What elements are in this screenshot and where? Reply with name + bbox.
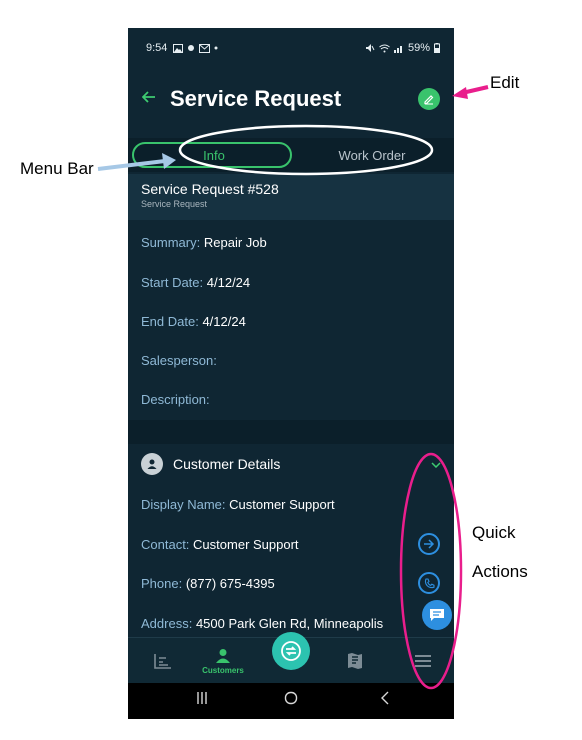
customer-details-header[interactable]: Customer Details bbox=[128, 444, 454, 484]
battery-percent: 59% bbox=[407, 42, 430, 54]
field-label: Phone: bbox=[141, 575, 183, 591]
swap-icon bbox=[281, 641, 301, 661]
app-header: Service Request bbox=[128, 68, 454, 130]
salesperson-field: Salesperson: bbox=[141, 350, 441, 370]
chat-icon bbox=[430, 609, 444, 621]
arrow-right-icon bbox=[424, 539, 435, 549]
section-title: Customer Details bbox=[173, 456, 281, 472]
signal-icon bbox=[393, 45, 402, 53]
quick-actions-label-line2: Actions bbox=[472, 562, 528, 581]
tab-info[interactable]: Info bbox=[132, 142, 292, 168]
tab-work-order[interactable]: Work Order bbox=[294, 142, 450, 168]
map-icon bbox=[348, 653, 362, 669]
nav-label: Customers bbox=[202, 665, 244, 675]
request-header: Service Request #528 Service Request bbox=[128, 174, 454, 220]
nav-dashboard[interactable] bbox=[148, 638, 178, 684]
pencil-icon bbox=[424, 95, 434, 105]
hamburger-icon bbox=[415, 655, 431, 667]
wifi-icon bbox=[379, 44, 390, 52]
field-value: Customer Support bbox=[193, 536, 299, 552]
field-label: Salesperson: bbox=[141, 352, 217, 368]
edit-annotation-arrow bbox=[461, 85, 489, 95]
center-action-button[interactable] bbox=[272, 632, 310, 670]
battery-icon bbox=[434, 43, 440, 53]
field-value: (877) 675-4395 bbox=[185, 575, 275, 591]
tab-bar: Info Work Order bbox=[128, 138, 454, 172]
address-field: Address: 4500 Park Glen Rd, Minneapolis bbox=[141, 613, 441, 633]
chart-icon bbox=[154, 654, 171, 669]
summary-field: Summary: Repair Job bbox=[141, 232, 441, 252]
status-time: 9:54 bbox=[146, 42, 168, 54]
field-value: Customer Support bbox=[229, 496, 335, 512]
call-action-button[interactable] bbox=[418, 572, 440, 594]
home-icon[interactable] bbox=[284, 691, 298, 710]
edit-annotation-label: Edit bbox=[490, 73, 520, 92]
start-date-field: Start Date: 4/12/24 bbox=[141, 272, 441, 292]
field-label: Address: bbox=[141, 615, 193, 631]
request-title: Service Request #528 bbox=[141, 181, 279, 197]
field-label: Description: bbox=[141, 391, 210, 407]
recent-apps-icon[interactable] bbox=[196, 691, 208, 710]
nav-menu[interactable] bbox=[408, 638, 438, 684]
field-label: Summary: bbox=[141, 234, 201, 250]
status-bar: 9:54 59% bbox=[128, 28, 454, 68]
phone-field: Phone: (877) 675-4395 bbox=[141, 573, 441, 593]
edit-button[interactable] bbox=[418, 88, 440, 110]
back-icon[interactable] bbox=[380, 691, 390, 710]
field-value: 4/12/24 bbox=[206, 274, 251, 290]
chat-button[interactable] bbox=[422, 600, 452, 630]
section-divider bbox=[128, 420, 454, 444]
end-date-field: End Date: 4/12/24 bbox=[141, 311, 441, 331]
navigate-action-button[interactable] bbox=[418, 533, 440, 555]
dot-icon bbox=[188, 45, 195, 51]
display-name-field: Display Name: Customer Support bbox=[141, 494, 441, 514]
nav-map[interactable] bbox=[340, 638, 370, 684]
person-icon bbox=[216, 648, 230, 663]
mute-icon bbox=[365, 44, 375, 52]
back-arrow-icon[interactable] bbox=[141, 90, 170, 108]
description-field: Description: bbox=[141, 389, 441, 409]
field-label: Display Name: bbox=[141, 496, 226, 512]
field-label: Contact: bbox=[141, 536, 190, 552]
gallery-icon bbox=[173, 43, 184, 53]
system-nav-bar bbox=[128, 683, 454, 719]
request-subtitle: Service Request bbox=[141, 199, 208, 209]
field-value: 4500 Park Glen Rd, Minneapolis bbox=[195, 615, 384, 631]
field-value: 4/12/24 bbox=[202, 313, 246, 329]
phone-icon bbox=[424, 577, 435, 588]
nav-customers[interactable]: Customers bbox=[198, 638, 248, 684]
edit-annotation-arrowhead bbox=[452, 87, 468, 99]
page-title: Service Request bbox=[170, 86, 342, 111]
field-label: End Date: bbox=[141, 313, 199, 329]
field-label: Start Date: bbox=[141, 274, 204, 290]
phone-screen: 9:54 59% Service Request Info Work Order bbox=[128, 28, 454, 719]
field-value: Repair Job bbox=[203, 234, 267, 250]
menu-bar-annotation-label: Menu Bar bbox=[20, 159, 94, 178]
contact-field: Contact: Customer Support bbox=[141, 534, 441, 554]
small-dot-icon bbox=[214, 46, 218, 50]
quick-actions-label-line1: Quick bbox=[472, 523, 516, 542]
chevron-down-icon[interactable] bbox=[431, 457, 441, 471]
mail-icon bbox=[199, 43, 211, 53]
person-icon bbox=[141, 453, 163, 475]
